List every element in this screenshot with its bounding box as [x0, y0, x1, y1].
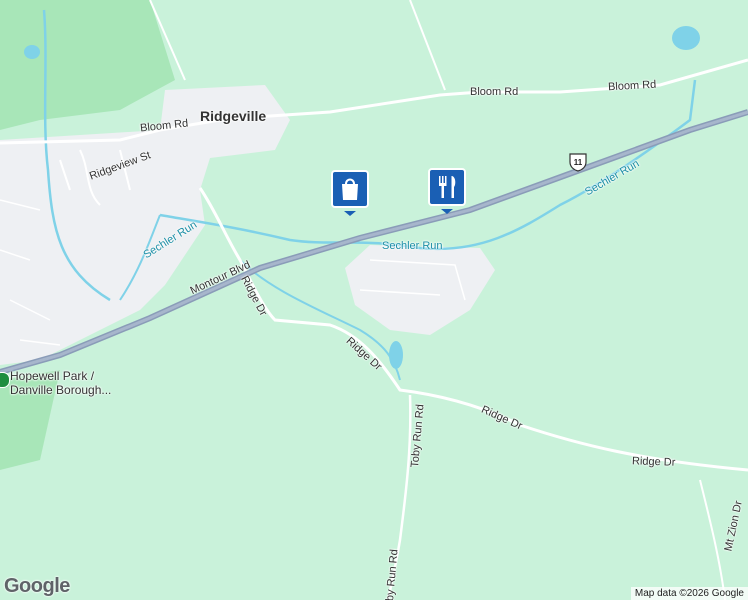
- map-attribution[interactable]: Map data ©2026 Google: [630, 587, 748, 600]
- us-route-shield-icon: 11: [568, 152, 588, 172]
- restaurant-marker[interactable]: [428, 168, 466, 214]
- town-label: Ridgeville: [200, 108, 267, 124]
- road-label-ridge-dr-4: Ridge Dr: [631, 455, 676, 469]
- road-label-bloom-rd-center: Bloom Rd: [470, 86, 519, 98]
- park-area-north: [0, 0, 175, 130]
- pond-south: [389, 341, 403, 369]
- poi-label-park-line1[interactable]: Hopewell Park /: [10, 370, 94, 383]
- google-logo: Google: [4, 575, 70, 597]
- road-label-bloom-rd-east: Bloom Rd: [607, 78, 657, 94]
- pond-northeast: [672, 26, 700, 50]
- water-label-sechler-run-center: Sechler Run: [382, 240, 443, 252]
- road-north-connector: [409, 0, 446, 91]
- road-ridge-dr: [198, 187, 748, 472]
- map-canvas[interactable]: Ridgeville Bloom Rd Bloom Rd Bloom Rd Ri…: [0, 0, 748, 600]
- poi-label-park-line2[interactable]: Danville Borough...: [10, 384, 111, 397]
- route-shield-number: 11: [574, 158, 583, 167]
- road-mt-zion-dr: [699, 479, 726, 600]
- pond-northwest: [24, 45, 40, 59]
- shopping-marker[interactable]: [331, 170, 369, 216]
